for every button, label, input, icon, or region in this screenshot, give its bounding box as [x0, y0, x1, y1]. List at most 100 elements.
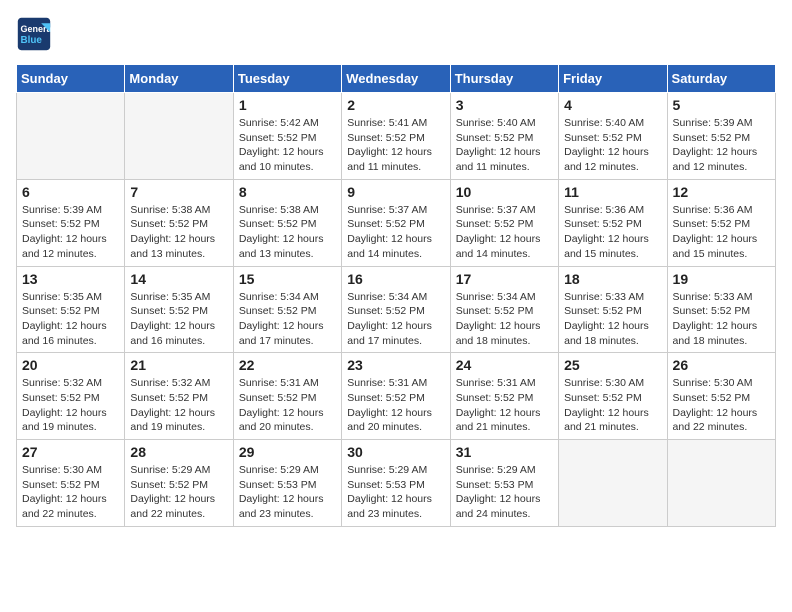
calendar-cell: 9 Sunrise: 5:37 AM Sunset: 5:52 PM Daylig…	[342, 179, 450, 266]
day-info: Sunrise: 5:35 AM Sunset: 5:52 PM Dayligh…	[22, 290, 119, 349]
day-number: 9	[347, 184, 444, 200]
calendar-cell: 11Sunrise: 5:36 AM Sunset: 5:52 PM Dayli…	[559, 179, 667, 266]
day-number: 27	[22, 444, 119, 460]
day-info: Sunrise: 5:37 AM Sunset: 5:52 PM Dayligh…	[456, 203, 553, 262]
day-info: Sunrise: 5:35 AM Sunset: 5:52 PM Dayligh…	[130, 290, 227, 349]
day-number: 23	[347, 357, 444, 373]
calendar-cell: 23 Sunrise: 5:31 AM Sunset: 5:52 PM Dayli…	[342, 353, 450, 440]
calendar-cell: 27 Sunrise: 5:30 AM Sunset: 5:52 PM Dayli…	[17, 440, 125, 527]
day-number: 24	[456, 357, 553, 373]
day-info: Sunrise: 5:33 AM Sunset: 5:52 PM Dayligh…	[564, 290, 661, 349]
day-number: 21	[130, 357, 227, 373]
day-number: 17	[456, 271, 553, 287]
day-number: 22	[239, 357, 336, 373]
day-number: 30	[347, 444, 444, 460]
calendar-cell	[667, 440, 775, 527]
day-info: Sunrise: 5:29 AM Sunset: 5:52 PM Dayligh…	[130, 463, 227, 522]
day-number: 6	[22, 184, 119, 200]
calendar-cell: 2 Sunrise: 5:41 AM Sunset: 5:52 PM Daylig…	[342, 93, 450, 180]
weekday-header-tuesday: Tuesday	[233, 65, 341, 93]
day-info: Sunrise: 5:30 AM Sunset: 5:52 PM Dayligh…	[673, 376, 770, 435]
day-info: Sunrise: 5:30 AM Sunset: 5:52 PM Dayligh…	[564, 376, 661, 435]
day-info: Sunrise: 5:29 AM Sunset: 5:53 PM Dayligh…	[456, 463, 553, 522]
day-number: 8	[239, 184, 336, 200]
calendar-week-row: 27 Sunrise: 5:30 AM Sunset: 5:52 PM Dayli…	[17, 440, 776, 527]
day-info: Sunrise: 5:37 AM Sunset: 5:52 PM Dayligh…	[347, 203, 444, 262]
calendar-header-row: SundayMondayTuesdayWednesdayThursdayFrid…	[17, 65, 776, 93]
day-number: 15	[239, 271, 336, 287]
day-number: 1	[239, 97, 336, 113]
day-number: 3	[456, 97, 553, 113]
svg-text:Blue: Blue	[21, 35, 43, 46]
day-number: 29	[239, 444, 336, 460]
day-info: Sunrise: 5:40 AM Sunset: 5:52 PM Dayligh…	[456, 116, 553, 175]
day-number: 20	[22, 357, 119, 373]
day-info: Sunrise: 5:39 AM Sunset: 5:52 PM Dayligh…	[22, 203, 119, 262]
day-info: Sunrise: 5:31 AM Sunset: 5:52 PM Dayligh…	[456, 376, 553, 435]
day-info: Sunrise: 5:36 AM Sunset: 5:52 PM Dayligh…	[673, 203, 770, 262]
calendar-cell: 18Sunrise: 5:33 AM Sunset: 5:52 PM Dayli…	[559, 266, 667, 353]
calendar-cell: 17 Sunrise: 5:34 AM Sunset: 5:52 PM Dayli…	[450, 266, 558, 353]
calendar-cell: 8 Sunrise: 5:38 AM Sunset: 5:52 PM Daylig…	[233, 179, 341, 266]
calendar-cell	[17, 93, 125, 180]
calendar-cell: 29 Sunrise: 5:29 AM Sunset: 5:53 PM Dayli…	[233, 440, 341, 527]
day-number: 14	[130, 271, 227, 287]
day-info: Sunrise: 5:34 AM Sunset: 5:52 PM Dayligh…	[456, 290, 553, 349]
day-info: Sunrise: 5:34 AM Sunset: 5:52 PM Dayligh…	[239, 290, 336, 349]
day-info: Sunrise: 5:30 AM Sunset: 5:52 PM Dayligh…	[22, 463, 119, 522]
day-number: 4	[564, 97, 661, 113]
calendar-cell: 22 Sunrise: 5:31 AM Sunset: 5:52 PM Dayli…	[233, 353, 341, 440]
calendar-cell: 30 Sunrise: 5:29 AM Sunset: 5:53 PM Dayli…	[342, 440, 450, 527]
calendar-cell: 24 Sunrise: 5:31 AM Sunset: 5:52 PM Dayli…	[450, 353, 558, 440]
calendar-cell: 28 Sunrise: 5:29 AM Sunset: 5:52 PM Dayli…	[125, 440, 233, 527]
page-header: General Blue	[16, 16, 776, 52]
calendar-week-row: 6 Sunrise: 5:39 AM Sunset: 5:52 PM Daylig…	[17, 179, 776, 266]
calendar-cell: 3 Sunrise: 5:40 AM Sunset: 5:52 PM Daylig…	[450, 93, 558, 180]
day-number: 5	[673, 97, 770, 113]
day-number: 28	[130, 444, 227, 460]
calendar-cell: 21 Sunrise: 5:32 AM Sunset: 5:52 PM Dayli…	[125, 353, 233, 440]
weekday-header-friday: Friday	[559, 65, 667, 93]
calendar-cell: 7Sunrise: 5:38 AM Sunset: 5:52 PM Daylig…	[125, 179, 233, 266]
calendar-week-row: 20 Sunrise: 5:32 AM Sunset: 5:52 PM Dayli…	[17, 353, 776, 440]
weekday-header-saturday: Saturday	[667, 65, 775, 93]
day-info: Sunrise: 5:29 AM Sunset: 5:53 PM Dayligh…	[239, 463, 336, 522]
weekday-header-thursday: Thursday	[450, 65, 558, 93]
day-number: 2	[347, 97, 444, 113]
day-info: Sunrise: 5:40 AM Sunset: 5:52 PM Dayligh…	[564, 116, 661, 175]
calendar-cell: 16Sunrise: 5:34 AM Sunset: 5:52 PM Dayli…	[342, 266, 450, 353]
calendar-cell: 26 Sunrise: 5:30 AM Sunset: 5:52 PM Dayli…	[667, 353, 775, 440]
day-info: Sunrise: 5:39 AM Sunset: 5:52 PM Dayligh…	[673, 116, 770, 175]
calendar-cell: 5 Sunrise: 5:39 AM Sunset: 5:52 PM Daylig…	[667, 93, 775, 180]
calendar-cell: 13 Sunrise: 5:35 AM Sunset: 5:52 PM Dayli…	[17, 266, 125, 353]
calendar-cell: 19 Sunrise: 5:33 AM Sunset: 5:52 PM Dayli…	[667, 266, 775, 353]
logo-icon: General Blue	[16, 16, 52, 52]
calendar-cell: 6 Sunrise: 5:39 AM Sunset: 5:52 PM Daylig…	[17, 179, 125, 266]
logo: General Blue	[16, 16, 58, 52]
day-number: 25	[564, 357, 661, 373]
day-number: 10	[456, 184, 553, 200]
day-info: Sunrise: 5:33 AM Sunset: 5:52 PM Dayligh…	[673, 290, 770, 349]
calendar-cell: 20Sunrise: 5:32 AM Sunset: 5:52 PM Dayli…	[17, 353, 125, 440]
calendar-cell: 12 Sunrise: 5:36 AM Sunset: 5:52 PM Dayli…	[667, 179, 775, 266]
day-number: 13	[22, 271, 119, 287]
day-number: 12	[673, 184, 770, 200]
day-info: Sunrise: 5:38 AM Sunset: 5:52 PM Dayligh…	[239, 203, 336, 262]
weekday-header-wednesday: Wednesday	[342, 65, 450, 93]
calendar-week-row: 1Sunrise: 5:42 AM Sunset: 5:52 PM Daylig…	[17, 93, 776, 180]
calendar-table: SundayMondayTuesdayWednesdayThursdayFrid…	[16, 64, 776, 527]
day-info: Sunrise: 5:41 AM Sunset: 5:52 PM Dayligh…	[347, 116, 444, 175]
calendar-cell: 15 Sunrise: 5:34 AM Sunset: 5:52 PM Dayli…	[233, 266, 341, 353]
day-info: Sunrise: 5:38 AM Sunset: 5:52 PM Dayligh…	[130, 203, 227, 262]
day-info: Sunrise: 5:31 AM Sunset: 5:52 PM Dayligh…	[239, 376, 336, 435]
day-number: 19	[673, 271, 770, 287]
day-number: 11	[564, 184, 661, 200]
day-number: 26	[673, 357, 770, 373]
calendar-cell: 10 Sunrise: 5:37 AM Sunset: 5:52 PM Dayli…	[450, 179, 558, 266]
day-number: 31	[456, 444, 553, 460]
day-info: Sunrise: 5:29 AM Sunset: 5:53 PM Dayligh…	[347, 463, 444, 522]
day-info: Sunrise: 5:31 AM Sunset: 5:52 PM Dayligh…	[347, 376, 444, 435]
calendar-cell	[559, 440, 667, 527]
calendar-week-row: 13 Sunrise: 5:35 AM Sunset: 5:52 PM Dayli…	[17, 266, 776, 353]
day-info: Sunrise: 5:32 AM Sunset: 5:52 PM Dayligh…	[130, 376, 227, 435]
